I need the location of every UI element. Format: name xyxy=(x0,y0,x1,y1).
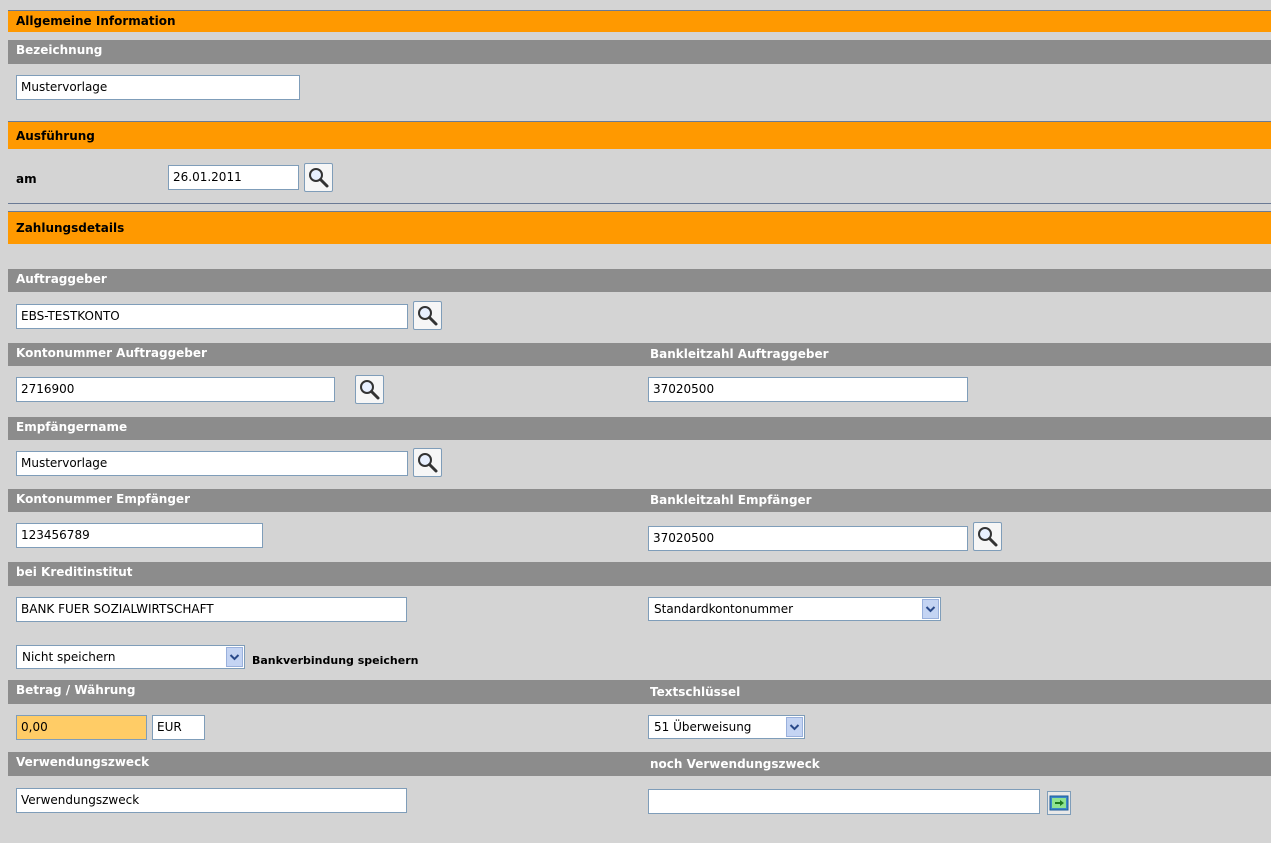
date-search-button[interactable] xyxy=(304,163,333,192)
auftraggeber-header: Auftraggeber xyxy=(8,269,1271,292)
kontonummer-auftraggeber-input[interactable]: 2716900 xyxy=(16,377,335,402)
noch-verwendungszweck-input[interactable] xyxy=(648,789,1040,814)
auftraggeber-search-button[interactable] xyxy=(413,301,442,330)
textschluessel-label: Textschlüssel xyxy=(650,685,741,699)
chevron-down-icon xyxy=(226,647,243,667)
magnifier-icon xyxy=(418,306,438,326)
bezeichnung-input[interactable]: Mustervorlage xyxy=(16,75,300,100)
empfaenger-search-button[interactable] xyxy=(413,448,442,477)
execution-spacer xyxy=(8,149,1271,158)
empfaenger-header: Empfängername xyxy=(8,417,1271,440)
betrag-header: Betrag / Währung xyxy=(8,680,1271,704)
blz-empfaenger-search-button[interactable] xyxy=(973,522,1002,551)
kreditinstitut-header: bei Kreditinstitut xyxy=(8,562,1271,586)
betrag-label: Betrag / Währung xyxy=(16,683,136,697)
empfaenger-input[interactable]: Mustervorlage xyxy=(16,451,408,476)
kontonummer-select[interactable]: Standardkontonummer xyxy=(648,597,941,621)
speichern-select[interactable]: Nicht speichern xyxy=(16,645,245,669)
auftraggeber-label: Auftraggeber xyxy=(16,272,107,286)
section-title: Ausführung xyxy=(16,129,95,143)
verwendungszweck-header: Verwendungszweck xyxy=(8,752,1271,776)
section-header-execution: Ausführung xyxy=(8,121,1271,149)
chevron-down-icon xyxy=(786,717,803,737)
kreditinstitut-label: bei Kreditinstitut xyxy=(16,565,133,579)
arrow-right-icon xyxy=(1049,795,1069,811)
blz-empfaenger-input[interactable]: 37020500 xyxy=(648,526,968,551)
magnifier-icon xyxy=(360,380,380,400)
execution-date-input[interactable]: 26.01.2011 xyxy=(168,165,299,190)
noch-verwendungszweck-label: noch Verwendungszweck xyxy=(650,757,820,771)
kontonummer-search-button[interactable] xyxy=(355,375,384,404)
speichern-label: Bankverbindung speichern xyxy=(252,654,419,667)
magnifier-icon xyxy=(418,453,438,473)
waehrung-input[interactable]: EUR xyxy=(152,715,205,740)
kontonummer-select-value: Standardkontonummer xyxy=(654,602,794,616)
textschluessel-select-value: 51 Überweisung xyxy=(654,720,752,734)
section-title: Allgemeine Information xyxy=(16,14,176,28)
verwendungszweck-label: Verwendungszweck xyxy=(16,755,150,769)
blz-empfaenger-label: Bankleitzahl Empfänger xyxy=(650,493,812,507)
bezeichnung-label: Bezeichnung xyxy=(16,43,103,57)
blz-auftraggeber-label: Bankleitzahl Auftraggeber xyxy=(650,347,829,361)
kontonummer-empfaenger-label: Kontonummer Empfänger xyxy=(16,492,190,506)
empfaenger-label: Empfängername xyxy=(16,420,128,434)
bezeichnung-header: Bezeichnung xyxy=(8,40,1271,64)
auftraggeber-input[interactable]: EBS-TESTKONTO xyxy=(16,304,408,329)
divider xyxy=(8,203,1271,204)
magnifier-icon xyxy=(309,168,329,188)
magnifier-icon xyxy=(978,527,998,547)
speichern-select-value: Nicht speichern xyxy=(22,650,116,664)
add-verwendungszweck-button[interactable] xyxy=(1047,791,1071,815)
verwendungszweck-input[interactable]: Verwendungszweck xyxy=(16,788,407,813)
section-title: Zahlungsdetails xyxy=(16,221,125,235)
kontonummer-empfaenger-header: Kontonummer Empfänger xyxy=(8,489,1271,512)
kontonummer-empfaenger-input[interactable]: 123456789 xyxy=(16,523,263,548)
section-header-general: Allgemeine Information xyxy=(8,10,1271,32)
betrag-input[interactable]: 0,00 xyxy=(16,715,147,740)
chevron-down-icon xyxy=(922,599,939,619)
am-label: am xyxy=(16,172,37,186)
section-header-payment: Zahlungsdetails xyxy=(8,211,1271,244)
kontonummer-auftraggeber-header: Kontonummer Auftraggeber xyxy=(8,343,1271,366)
kontonummer-auftraggeber-label: Kontonummer Auftraggeber xyxy=(16,346,207,360)
kreditinstitut-input[interactable]: BANK FUER SOZIALWIRTSCHAFT xyxy=(16,597,407,622)
blz-auftraggeber-input[interactable]: 37020500 xyxy=(648,377,968,402)
textschluessel-select[interactable]: 51 Überweisung xyxy=(648,715,805,739)
